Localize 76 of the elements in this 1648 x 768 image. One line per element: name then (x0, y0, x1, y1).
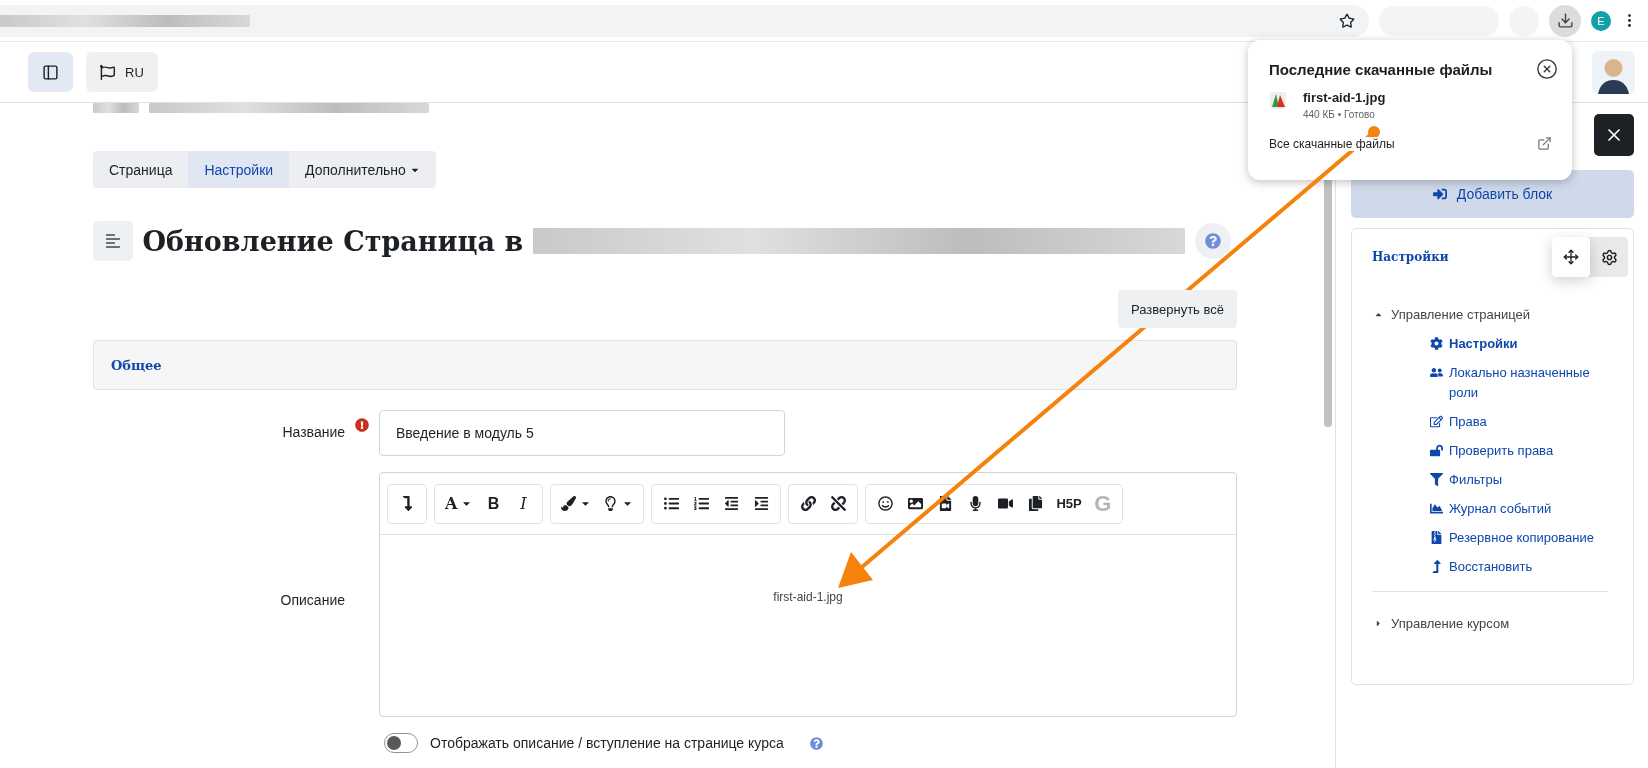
tree-link[interactable]: Локально назначенные роли (1449, 363, 1610, 403)
toggle-switch[interactable] (384, 733, 418, 753)
caret-right-icon[interactable] (1374, 619, 1383, 628)
tree-node[interactable]: Управление страницей (1391, 307, 1531, 322)
file-name[interactable]: first-aid-1.jpg (1303, 90, 1386, 105)
enter-icon (1432, 187, 1447, 201)
nav-tab[interactable]: Страница (93, 151, 189, 188)
image-icon (907, 496, 923, 511)
tree-link[interactable]: Фильтры (1449, 470, 1502, 490)
all-downloads-link[interactable]: Все скачанные файлы (1269, 136, 1395, 151)
copy-icon (1027, 496, 1043, 511)
tree-link[interactable]: Проверить права (1449, 441, 1554, 461)
panel-icon (42, 63, 59, 81)
external-link-icon[interactable] (1537, 136, 1552, 151)
file-icon (1430, 531, 1443, 544)
page-icon (93, 221, 133, 261)
indent-icon (753, 496, 769, 511)
format-button[interactable]: H5P (1050, 486, 1088, 521)
microphone-icon (967, 496, 983, 511)
settings-icon (1600, 248, 1618, 266)
tree-link[interactable]: Права (1449, 412, 1487, 432)
file-status: 440 КБ • Готово (1303, 109, 1376, 120)
help-icon (1205, 233, 1222, 249)
nav-tab[interactable]: Дополнительно (289, 151, 436, 188)
lightbulb-icon (603, 496, 619, 511)
file-name-text: first-aid-1.jpg (773, 590, 843, 606)
edit-icon (1430, 415, 1443, 428)
drawer-toggle-button[interactable] (28, 52, 73, 92)
filter-icon (1430, 473, 1443, 486)
area-chart-icon (1430, 502, 1443, 515)
format-button[interactable]: A (439, 486, 479, 521)
close-icon[interactable] (1536, 58, 1558, 80)
move-icon (1563, 249, 1579, 265)
flag-icon (100, 64, 115, 80)
help-icon[interactable] (809, 736, 823, 750)
brush-icon (561, 496, 577, 511)
blurred-text (93, 103, 139, 113)
field-label: Название (281, 423, 345, 440)
media-file-icon (937, 496, 953, 511)
tree-node[interactable]: Управление курсом (1391, 616, 1510, 631)
users-icon (1430, 366, 1443, 379)
close-button[interactable] (1594, 114, 1634, 156)
page-title: Обновление Страница в (142, 225, 524, 257)
tree-link[interactable]: Резервное копирование (1449, 528, 1594, 548)
gear-icon (1430, 337, 1443, 350)
unlink-icon (830, 496, 846, 511)
format-button[interactable]: B (478, 486, 509, 521)
video-camera-icon (997, 496, 1013, 511)
star-icon[interactable] (1339, 12, 1355, 29)
download-icon (1556, 12, 1574, 29)
section-header[interactable]: Общее (93, 340, 1237, 390)
link-icon (800, 496, 816, 511)
toggle-label: Отображать описание / вступление на странице курса (430, 735, 784, 751)
nav-tab[interactable]: Настройки (188, 151, 290, 188)
image-file-icon (1269, 90, 1287, 110)
unlock-icon (1430, 444, 1443, 457)
field-label: Описание (279, 591, 345, 608)
user-avatar[interactable] (1592, 50, 1635, 94)
download-button[interactable] (1549, 4, 1581, 37)
tree-link[interactable]: Восстановить (1449, 557, 1533, 577)
bullet-list-icon (663, 496, 679, 511)
numbered-list-icon (693, 496, 709, 511)
tree-link[interactable]: Журнал событий (1449, 499, 1552, 519)
help-button[interactable] (1195, 223, 1231, 259)
block-title: Настройки (1372, 250, 1449, 264)
format-button[interactable]: I (508, 486, 539, 521)
popup-title: Последние скачанные файлы (1269, 60, 1493, 78)
language-button[interactable]: RU (86, 52, 158, 92)
arrow-up-icon (1430, 560, 1443, 573)
name-input[interactable]: Введение в модуль 5 (379, 410, 785, 456)
tree-link[interactable]: Настройки (1449, 334, 1518, 354)
caret-up-icon[interactable] (1374, 310, 1383, 319)
smiley-icon (877, 496, 893, 511)
move-button[interactable] (1552, 237, 1590, 277)
expand-all-button[interactable]: Развернуть всё (1118, 290, 1237, 328)
outdent-icon (723, 496, 739, 511)
